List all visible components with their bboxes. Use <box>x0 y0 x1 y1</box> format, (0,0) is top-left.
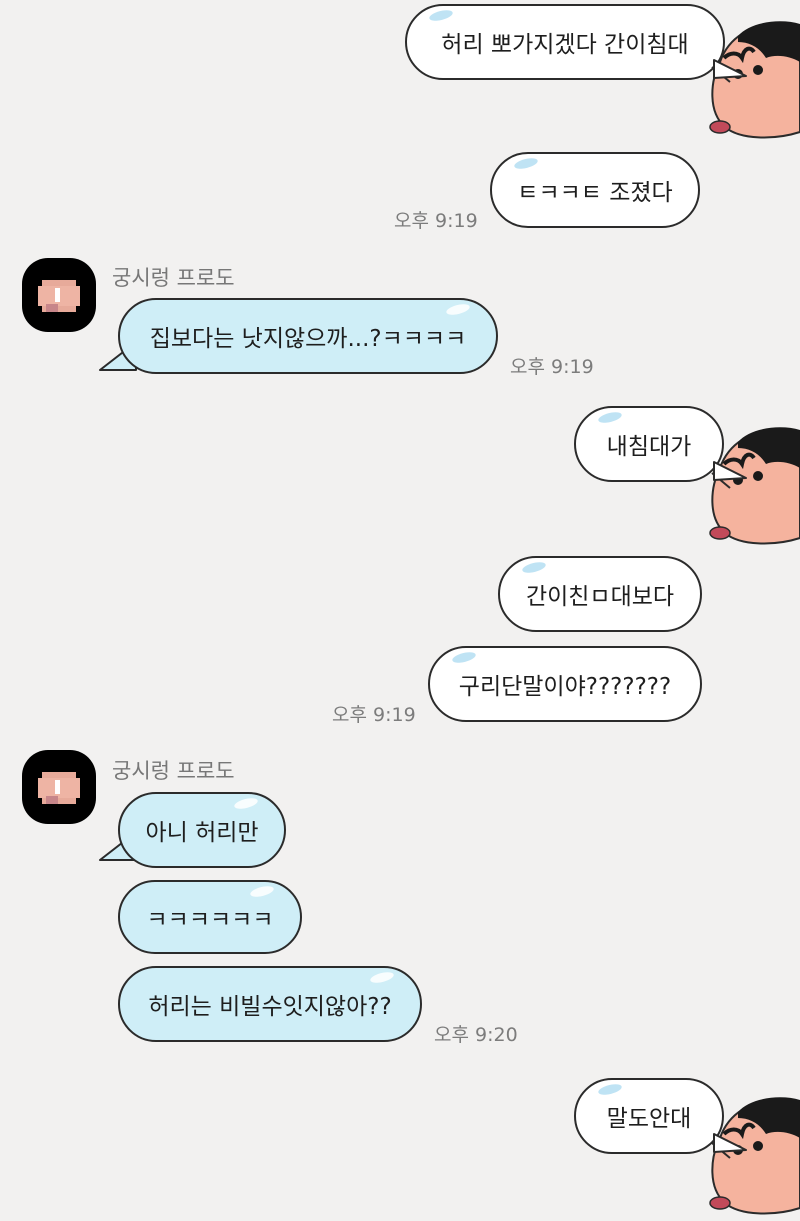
timestamp: 오후 9:19 <box>510 356 594 378</box>
timestamp: 오후 9:19 <box>394 210 478 232</box>
bubble-shine <box>445 302 471 317</box>
message-text: 간이친ㅁ대보다 <box>525 584 675 610</box>
message-bubble[interactable]: 허리 뽀가지겠다 간이침대 <box>405 4 725 80</box>
bubble-shine <box>369 970 395 985</box>
sender-name: 궁시렁 프로도 <box>112 759 235 783</box>
message-text: 아니 허리만 <box>145 820 259 846</box>
message-text: 허리 뽀가지겠다 간이침대 <box>441 32 689 58</box>
message-text: ㅋㅋㅋㅋㅋㅋ <box>146 907 274 933</box>
bubble-shine <box>249 884 275 899</box>
sender-name: 궁시렁 프로도 <box>112 266 235 290</box>
message-bubble[interactable]: ㅋㅋㅋㅋㅋㅋ <box>118 880 302 954</box>
timestamp: 오후 9:20 <box>434 1024 518 1046</box>
bubble-tail <box>713 59 747 79</box>
bubble-shine <box>428 8 454 23</box>
message-text: 내침대가 <box>606 434 692 460</box>
bubble-shine <box>233 796 259 811</box>
message-text: 집보다는 낫지않으까...?ㅋㅋㅋㅋ <box>149 326 467 352</box>
profile-avatar[interactable] <box>22 750 96 824</box>
bubble-shine <box>451 650 477 665</box>
message-text: 허리는 비빌수잇지않아?? <box>148 994 392 1020</box>
message-bubble[interactable]: 구리단말이야??????? <box>428 646 702 722</box>
message-bubble[interactable]: 집보다는 낫지않으까...?ㅋㅋㅋㅋ <box>118 298 498 374</box>
message-text: ㅌㅋㅋㅌ 조졌다 <box>517 180 673 206</box>
message-bubble[interactable]: ㅌㅋㅋㅌ 조졌다 <box>490 152 700 228</box>
message-bubble[interactable]: 허리는 비빌수잇지않아?? <box>118 966 422 1042</box>
timestamp: 오후 9:19 <box>332 704 416 726</box>
message-bubble[interactable]: 간이친ㅁ대보다 <box>498 556 702 632</box>
message-bubble[interactable]: 아니 허리만 <box>118 792 286 868</box>
profile-avatar[interactable] <box>22 258 96 332</box>
message-text: 구리단말이야??????? <box>458 674 672 700</box>
bubble-tail <box>713 461 747 481</box>
bubble-shine <box>513 156 539 171</box>
bubble-shine <box>521 560 547 575</box>
bubble-shine <box>597 1082 623 1097</box>
message-text: 말도안대 <box>606 1106 692 1132</box>
bubble-shine <box>597 410 623 425</box>
bubble-tail <box>713 1133 747 1153</box>
